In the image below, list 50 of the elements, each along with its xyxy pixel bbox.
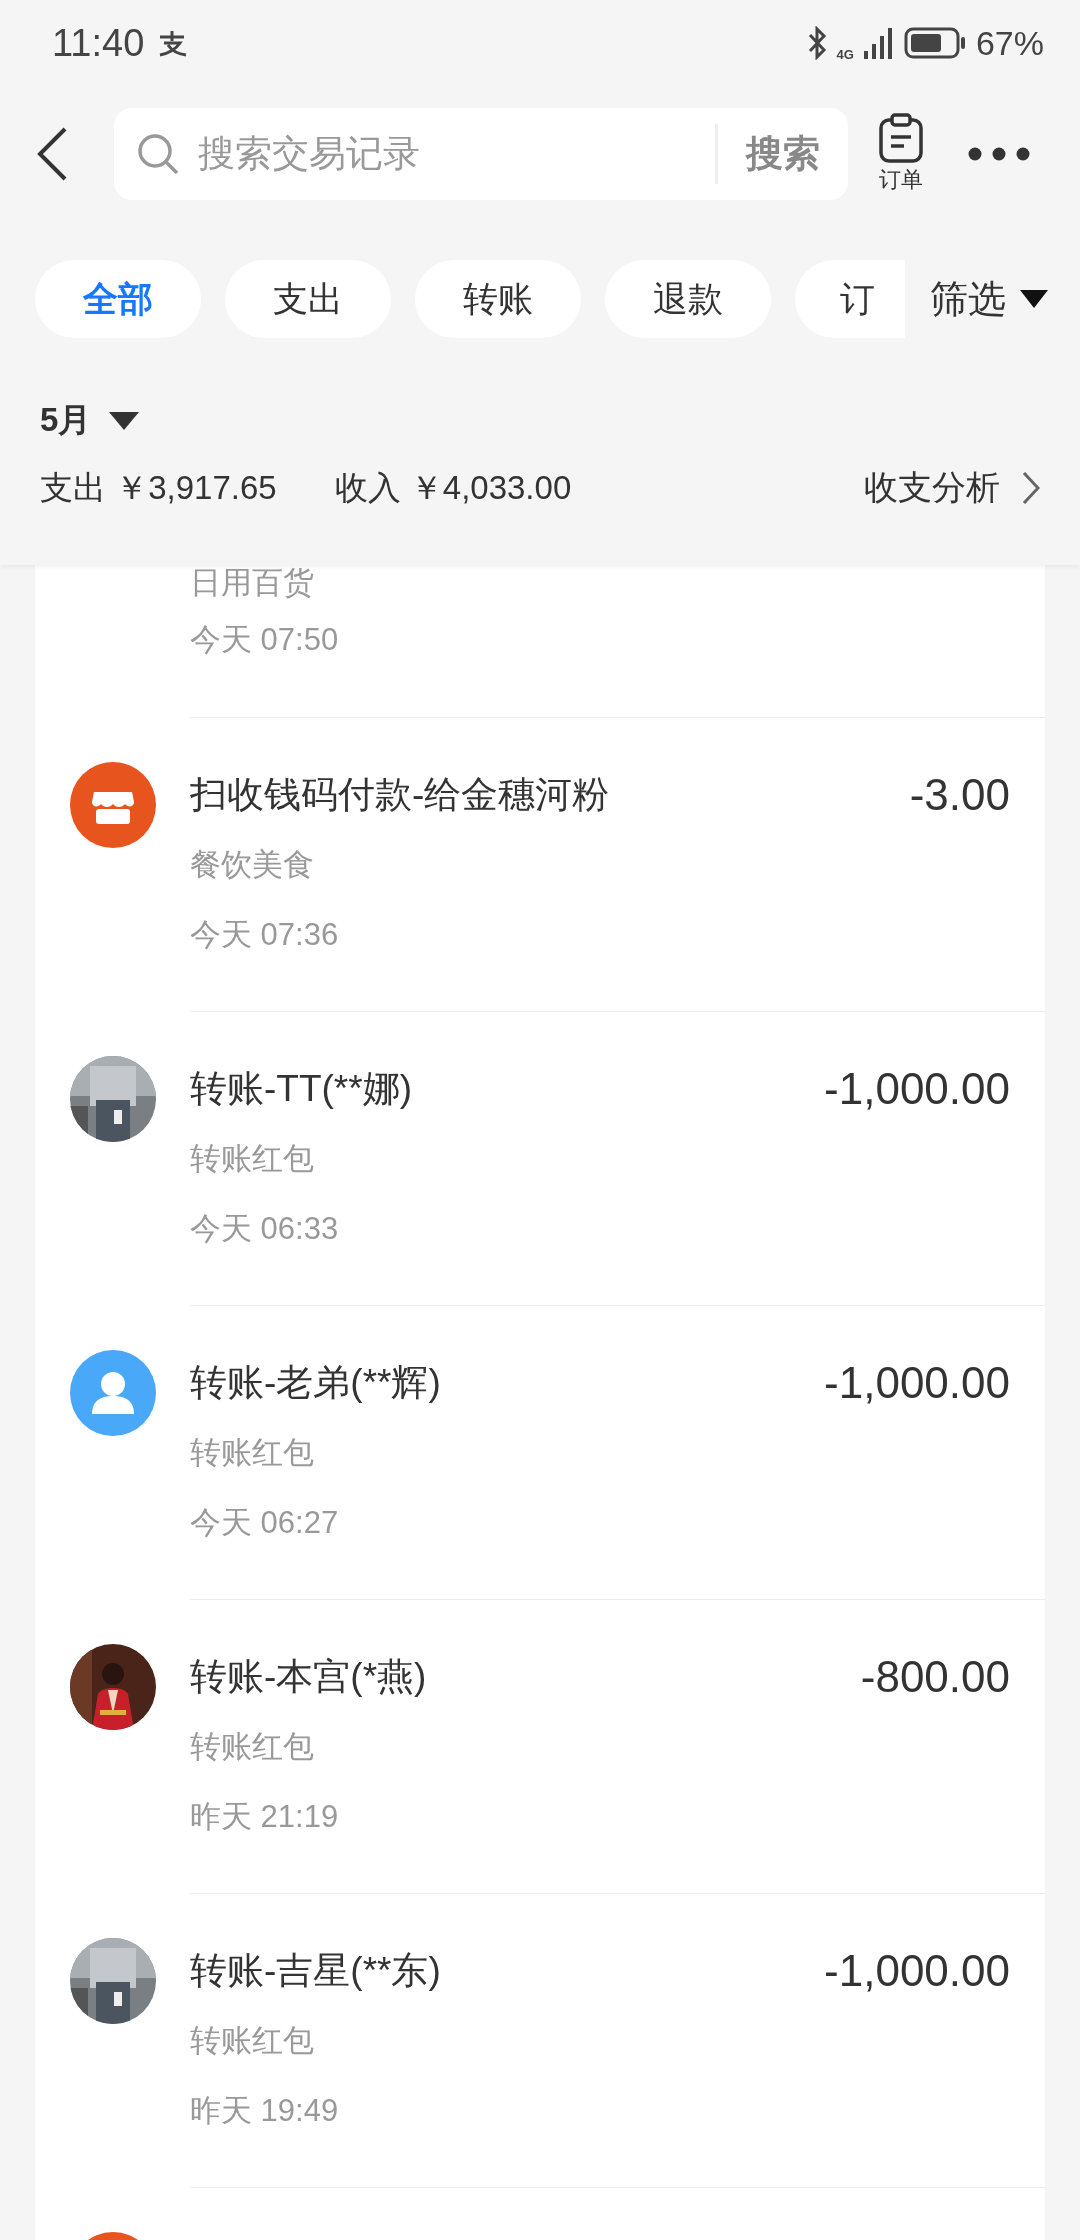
dropdown-caret-icon[interactable] bbox=[1020, 290, 1048, 308]
search-button[interactable]: 搜索 bbox=[715, 124, 848, 184]
back-icon[interactable] bbox=[36, 126, 68, 182]
transaction-time: 今天 06:27 bbox=[190, 1504, 340, 1542]
transaction-amount: -1,000.00 bbox=[824, 1358, 1010, 1408]
income-total: 收入 ￥4,033.00 bbox=[334, 467, 572, 508]
transaction-category: 转账红包 bbox=[190, 1434, 315, 1472]
transaction-time: 今天 07:50 bbox=[190, 621, 340, 659]
transaction-title: 转账-TT(**娜) bbox=[190, 1067, 413, 1111]
bluetooth-icon bbox=[806, 26, 827, 60]
status-time: 11:40 bbox=[52, 21, 145, 65]
clipboard-icon bbox=[878, 113, 924, 163]
transaction-title: 扫收钱码付款-给金穗河粉 bbox=[190, 773, 611, 817]
transaction-title: 转账-本宫(*燕) bbox=[190, 1655, 428, 1699]
filter-tab[interactable]: 转账 bbox=[415, 260, 581, 338]
chevron-right-icon bbox=[1022, 471, 1040, 505]
filter-tab[interactable]: 支出 bbox=[225, 260, 391, 338]
expense-total: 支出 ￥3,917.65 bbox=[40, 467, 277, 508]
search-field[interactable]: 搜索交易记录 搜索 bbox=[114, 108, 848, 200]
transaction-title: 转账-吉星(**东) bbox=[190, 1949, 442, 1993]
search-icon bbox=[136, 132, 180, 176]
transaction-amount: -3.00 bbox=[909, 770, 1010, 820]
filter-tab[interactable]: 全部 bbox=[35, 260, 201, 338]
transaction-category: 转账红包 bbox=[190, 2022, 315, 2060]
month-selector[interactable]: 5月 bbox=[40, 398, 140, 443]
filter-tab[interactable]: 订 bbox=[795, 260, 905, 338]
transaction-time: 昨天 19:49 bbox=[190, 2092, 340, 2130]
analysis-link[interactable]: 收支分析 bbox=[864, 465, 1040, 511]
battery-icon bbox=[903, 27, 966, 59]
shop-icon bbox=[70, 762, 156, 848]
transaction-time: 今天 06:33 bbox=[190, 1210, 340, 1248]
transaction-amount: -1,000.00 bbox=[824, 1946, 1010, 1996]
filter-button[interactable]: 筛选 bbox=[930, 273, 1006, 325]
transaction-time: 今天 07:36 bbox=[190, 916, 340, 954]
transaction-amount: -1,000.00 bbox=[824, 1064, 1010, 1114]
signal-icon bbox=[863, 27, 894, 59]
orders-button[interactable]: 订单 bbox=[878, 113, 924, 195]
filter-tab[interactable]: 退款 bbox=[605, 260, 771, 338]
user-icon bbox=[70, 1350, 156, 1436]
transaction-category: 转账红包 bbox=[190, 1728, 315, 1766]
more-icon[interactable] bbox=[968, 147, 1030, 161]
network-label: 4G bbox=[836, 47, 854, 61]
transaction-category: 转账红包 bbox=[190, 1140, 315, 1178]
dropdown-caret-icon bbox=[109, 411, 140, 430]
transaction-category: 日用百货 bbox=[190, 565, 315, 601]
transaction-time: 昨天 21:19 bbox=[190, 1798, 340, 1836]
transaction-category: 餐饮美食 bbox=[190, 846, 315, 884]
transaction-title: 转账-老弟(**辉) bbox=[190, 1361, 442, 1405]
battery-percent: 67% bbox=[975, 23, 1044, 63]
transaction-amount: -800.00 bbox=[860, 1652, 1010, 1702]
